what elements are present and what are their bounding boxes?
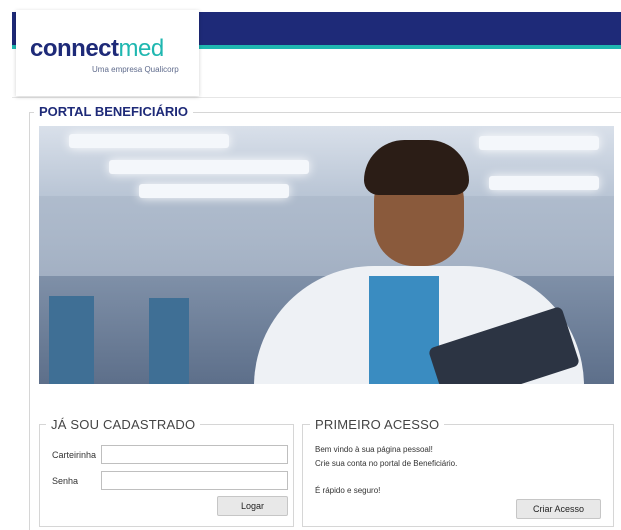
logo-med-text: med [118,35,165,62]
first-access-title: PRIMEIRO ACESSO [310,417,445,432]
create-access-button[interactable]: Criar Acesso [516,499,601,519]
card-number-input[interactable] [101,445,288,464]
logo[interactable]: connectmed Uma empresa Qualicorp [16,10,199,96]
first-access-fieldset: PRIMEIRO ACESSO Bem vindo à sua página p… [302,417,614,527]
hero-door [49,296,94,384]
hero-light [479,136,599,150]
password-input[interactable] [101,471,288,490]
first-access-welcome: Bem vindo à sua página pessoal! [315,445,433,454]
hero-hair [364,140,469,195]
first-access-security-note: É rápido e seguro! [315,486,381,495]
logo-connect-text: connect [30,35,119,62]
hero-door [149,298,189,384]
card-number-label: Carteirinha [52,450,97,460]
first-access-instructions: Crie sua conta no portal de Beneficiário… [315,459,458,468]
password-label: Senha [52,476,79,486]
hero-light [69,134,229,148]
logo-wordmark: connectmed [30,36,164,62]
hero-shirt [369,276,439,384]
hero-light [139,184,289,198]
hero-light [109,160,309,174]
hero-image [39,126,614,384]
login-fieldset: JÁ SOU CADASTRADO Carteirinha Senha Loga… [39,417,294,527]
portal-title: PORTAL BENEFICIÁRIO [34,104,194,119]
logo-tagline: Uma empresa Qualicorp [92,65,179,74]
login-title: JÁ SOU CADASTRADO [46,417,201,432]
login-button[interactable]: Logar [217,496,288,516]
header-divider [12,97,621,98]
hero-light [489,176,599,190]
